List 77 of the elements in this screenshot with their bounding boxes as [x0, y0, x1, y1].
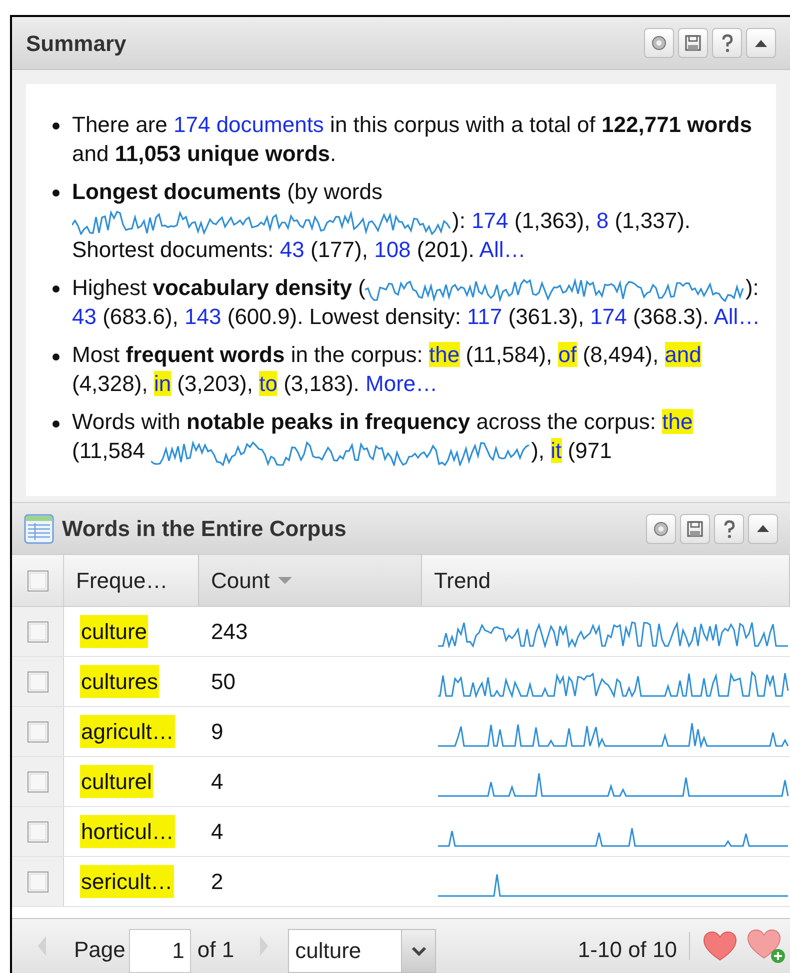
- count-cell-text: 4: [211, 818, 224, 846]
- link[interactable]: All…: [714, 304, 760, 330]
- page-count: of 1: [197, 936, 234, 964]
- help-button[interactable]: [712, 28, 742, 58]
- question-mark-icon: [724, 520, 734, 538]
- checkbox[interactable]: [26, 720, 48, 742]
- checkbox[interactable]: [26, 670, 48, 692]
- save-button[interactable]: [680, 514, 710, 544]
- checkbox[interactable]: [26, 870, 48, 892]
- bullet-icon: [52, 420, 60, 428]
- heart-button[interactable]: [702, 930, 738, 962]
- collapse-button[interactable]: [746, 28, 776, 58]
- dropdown-button[interactable]: [402, 929, 436, 973]
- checkbox[interactable]: [26, 770, 48, 792]
- save-button[interactable]: [678, 28, 708, 58]
- bullet-icon: [52, 189, 60, 198]
- word-cell: agricult…: [80, 715, 175, 748]
- help-button[interactable]: [714, 514, 744, 544]
- count-cell-text: 9: [211, 718, 224, 746]
- count-cell-text: 50: [211, 668, 236, 696]
- table-icon: [24, 514, 54, 544]
- checkbox[interactable]: [26, 620, 48, 642]
- link[interactable]: More…: [366, 371, 438, 396]
- word-link[interactable]: and: [664, 342, 702, 368]
- link[interactable]: 174 documents: [174, 112, 324, 137]
- summary-item: There are 174 documents in this corpus with a total of 122,771 words and 11,053 unique words.: [72, 111, 753, 168]
- word-cell: culturel: [80, 765, 153, 798]
- checkbox[interactable]: [26, 570, 48, 592]
- link[interactable]: 117: [467, 304, 502, 330]
- add-heart-button[interactable]: [746, 928, 786, 964]
- gear-icon: [654, 522, 668, 536]
- summary-item: Longest documents (by words ): 174 (1,363), 8 (1,337). Shortest documents: 43 (177), 108 (201). All…: [72, 178, 692, 264]
- dropdown-caret-icon: [410, 946, 427, 956]
- word-link[interactable]: it: [550, 438, 562, 464]
- column-header[interactable]: Trend: [422, 555, 790, 606]
- range-label: 1-10 of 10: [578, 936, 677, 964]
- link[interactable]: 108: [374, 237, 411, 262]
- count-cell-text: 2: [211, 868, 224, 896]
- up-triangle-icon: [757, 525, 769, 532]
- word-link[interactable]: the: [662, 409, 693, 434]
- bullet-icon: [52, 285, 60, 294]
- search-field[interactable]: culture: [288, 929, 402, 973]
- word-cell: cultures: [80, 665, 160, 698]
- word-link[interactable]: of: [558, 342, 577, 368]
- link[interactable]: 8: [596, 208, 609, 233]
- panel-title: Summary: [26, 30, 126, 58]
- link[interactable]: 143: [184, 304, 222, 330]
- link[interactable]: 43: [72, 304, 96, 330]
- summary-item: Most frequent words in the corpus: the (11,584), of (8,494), and (4,328), in (3,203), to (3,183). More…: [72, 341, 702, 398]
- page-field[interactable]: 1: [129, 929, 192, 973]
- settings-button[interactable]: [644, 28, 674, 58]
- word-link[interactable]: to: [259, 371, 278, 396]
- count-cell-text: 4: [211, 768, 224, 796]
- gear-icon: [652, 36, 666, 50]
- bullet-icon: [52, 352, 60, 361]
- word-cell: horticul…: [80, 815, 175, 848]
- link[interactable]: All…: [479, 237, 526, 262]
- word-link[interactable]: in: [154, 371, 172, 396]
- word-link[interactable]: the: [429, 342, 460, 368]
- link[interactable]: 174: [590, 304, 627, 330]
- up-triangle-icon: [755, 40, 767, 46]
- panel-title: Words in the Entire Corpus: [62, 515, 346, 543]
- summary-item: Words with notable peaks in frequency across the corpus: the (11,584 ), it (971: [72, 407, 766, 466]
- count-cell-text: 243: [211, 618, 248, 646]
- link[interactable]: 43: [280, 237, 304, 262]
- question-mark-icon: [722, 34, 732, 52]
- settings-button[interactable]: [646, 514, 676, 544]
- link[interactable]: 174: [472, 208, 508, 233]
- column-header[interactable]: Count: [199, 555, 422, 606]
- sort-caret-icon: [278, 576, 292, 584]
- summary-item: Highest vocabulary density ( ): 43 (683.6), 143 (600.9). Lowest density: 117 (361.3), 174 (368.3). All…: [72, 274, 762, 332]
- page-label: Page: [74, 936, 126, 964]
- bullet-icon: [52, 122, 60, 130]
- word-cell: sericult…: [80, 865, 174, 898]
- collapse-button[interactable]: [748, 514, 778, 544]
- checkbox[interactable]: [26, 820, 48, 842]
- word-cell: culture: [80, 615, 148, 648]
